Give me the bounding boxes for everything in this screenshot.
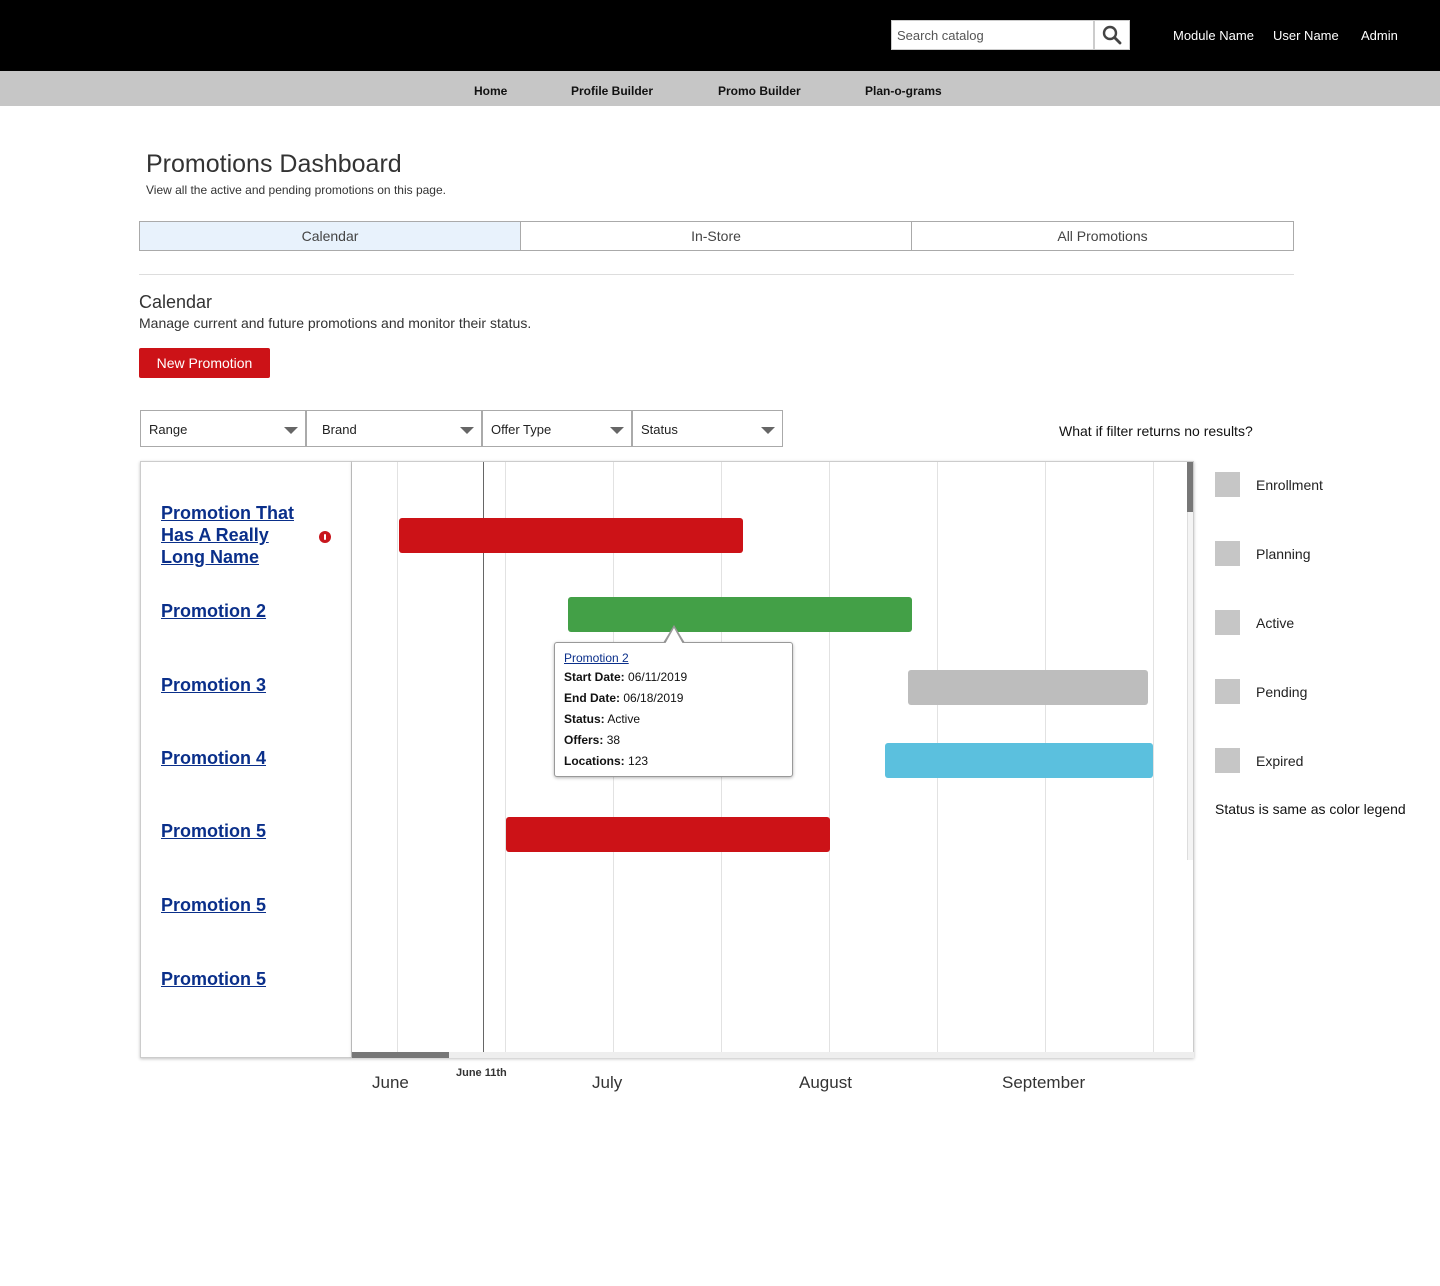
legend-label: Active: [1256, 615, 1295, 631]
tab-all-promotions[interactable]: All Promotions: [911, 221, 1294, 251]
horizontal-scroll-thumb[interactable]: [352, 1052, 449, 1058]
alert-icon: [319, 531, 331, 543]
admin-link[interactable]: Admin: [1361, 28, 1398, 43]
new-promotion-button[interactable]: New Promotion: [139, 348, 270, 378]
month-label: September: [1002, 1073, 1086, 1092]
vertical-scrollbar[interactable]: [1187, 462, 1193, 860]
filter-note: What if filter returns no results?: [1059, 423, 1253, 439]
range-filter[interactable]: Range: [140, 410, 306, 447]
legend-label: Planning: [1256, 546, 1311, 562]
legend-label: Expired: [1256, 753, 1304, 769]
page-title: Promotions Dashboard: [146, 150, 402, 178]
promotion-link[interactable]: Promotion That Has A Really Long Name: [161, 502, 311, 568]
search-input[interactable]: [891, 20, 1094, 50]
search-icon: [1102, 25, 1122, 45]
promotion-bar[interactable]: [506, 817, 830, 852]
tooltip-start-date: Start Date: 06/11/2019: [564, 670, 688, 684]
promotion-link[interactable]: Promotion 2: [161, 600, 311, 622]
status-filter-label: Status: [641, 422, 678, 437]
tooltip-arrow-inner: [665, 628, 683, 644]
tooltip-status: Status: Active: [564, 712, 641, 726]
nav-promo-builder[interactable]: Promo Builder: [718, 84, 801, 98]
legend-swatch: [1215, 541, 1240, 566]
gridline: [397, 462, 398, 1052]
promotion-link[interactable]: Promotion 5: [161, 820, 311, 842]
chevron-down-icon: [761, 427, 775, 434]
promotion-link[interactable]: Promotion 5: [161, 968, 311, 990]
nav-profile-builder[interactable]: Profile Builder: [571, 84, 653, 98]
legend-label: Enrollment: [1256, 477, 1323, 493]
promotion-link[interactable]: Promotion 3: [161, 674, 311, 696]
horizontal-scrollbar[interactable]: [352, 1052, 1194, 1058]
vertical-scroll-thumb[interactable]: [1187, 462, 1193, 512]
offer-type-filter[interactable]: Offer Type: [482, 410, 632, 447]
gridline: [1153, 462, 1154, 1052]
chevron-down-icon: [284, 427, 298, 434]
section-subtitle: Manage current and future promotions and…: [139, 315, 532, 331]
month-label: July: [592, 1073, 623, 1092]
promotion-link[interactable]: Promotion 4: [161, 747, 311, 769]
legend-swatch: [1215, 748, 1240, 773]
chevron-down-icon: [610, 427, 624, 434]
offer-type-filter-label: Offer Type: [491, 422, 552, 437]
chevron-down-icon: [460, 427, 474, 434]
legend-swatch: [1215, 679, 1240, 704]
promotion-link[interactable]: Promotion 5: [161, 894, 311, 916]
promotion-bar[interactable]: [908, 670, 1148, 705]
search-button[interactable]: [1094, 20, 1130, 50]
legend-note: Status is same as color legend: [1215, 801, 1406, 817]
tooltip-end-date: End Date: 06/18/2019: [564, 691, 684, 705]
promotion-tooltip: Promotion 2 Start Date: 06/11/2019 End D…: [554, 642, 793, 777]
tooltip-title-link[interactable]: Promotion 2: [564, 651, 629, 665]
nav-home[interactable]: Home: [474, 84, 507, 98]
user-name-link[interactable]: User Name: [1273, 28, 1339, 43]
tab-in-store[interactable]: In-Store: [520, 221, 912, 251]
section-divider: [139, 274, 1294, 275]
range-filter-label: Range: [149, 422, 188, 437]
tab-calendar[interactable]: Calendar: [139, 221, 521, 251]
month-label: June: [372, 1073, 409, 1092]
month-label: August: [799, 1073, 852, 1092]
module-name-link[interactable]: Module Name: [1173, 28, 1254, 43]
today-label: June 11th: [456, 1067, 507, 1079]
brand-filter[interactable]: Brand: [306, 410, 482, 447]
page-subtitle: View all the active and pending promotio…: [146, 183, 446, 197]
legend-swatch: [1215, 472, 1240, 497]
legend-label: Pending: [1256, 684, 1308, 700]
brand-filter-label: Brand: [322, 422, 357, 437]
promotion-bar[interactable]: [568, 597, 912, 632]
section-title: Calendar: [139, 292, 213, 312]
gridline: [829, 462, 830, 1052]
promotion-bar[interactable]: [885, 743, 1153, 778]
promotion-bar[interactable]: [399, 518, 743, 553]
nav-plan-o-grams[interactable]: Plan-o-grams: [865, 84, 942, 98]
status-filter[interactable]: Status: [632, 410, 783, 447]
legend-swatch: [1215, 610, 1240, 635]
tooltip-offers: Offers: 38: [564, 733, 621, 747]
tooltip-locations: Locations: 123: [564, 754, 649, 768]
